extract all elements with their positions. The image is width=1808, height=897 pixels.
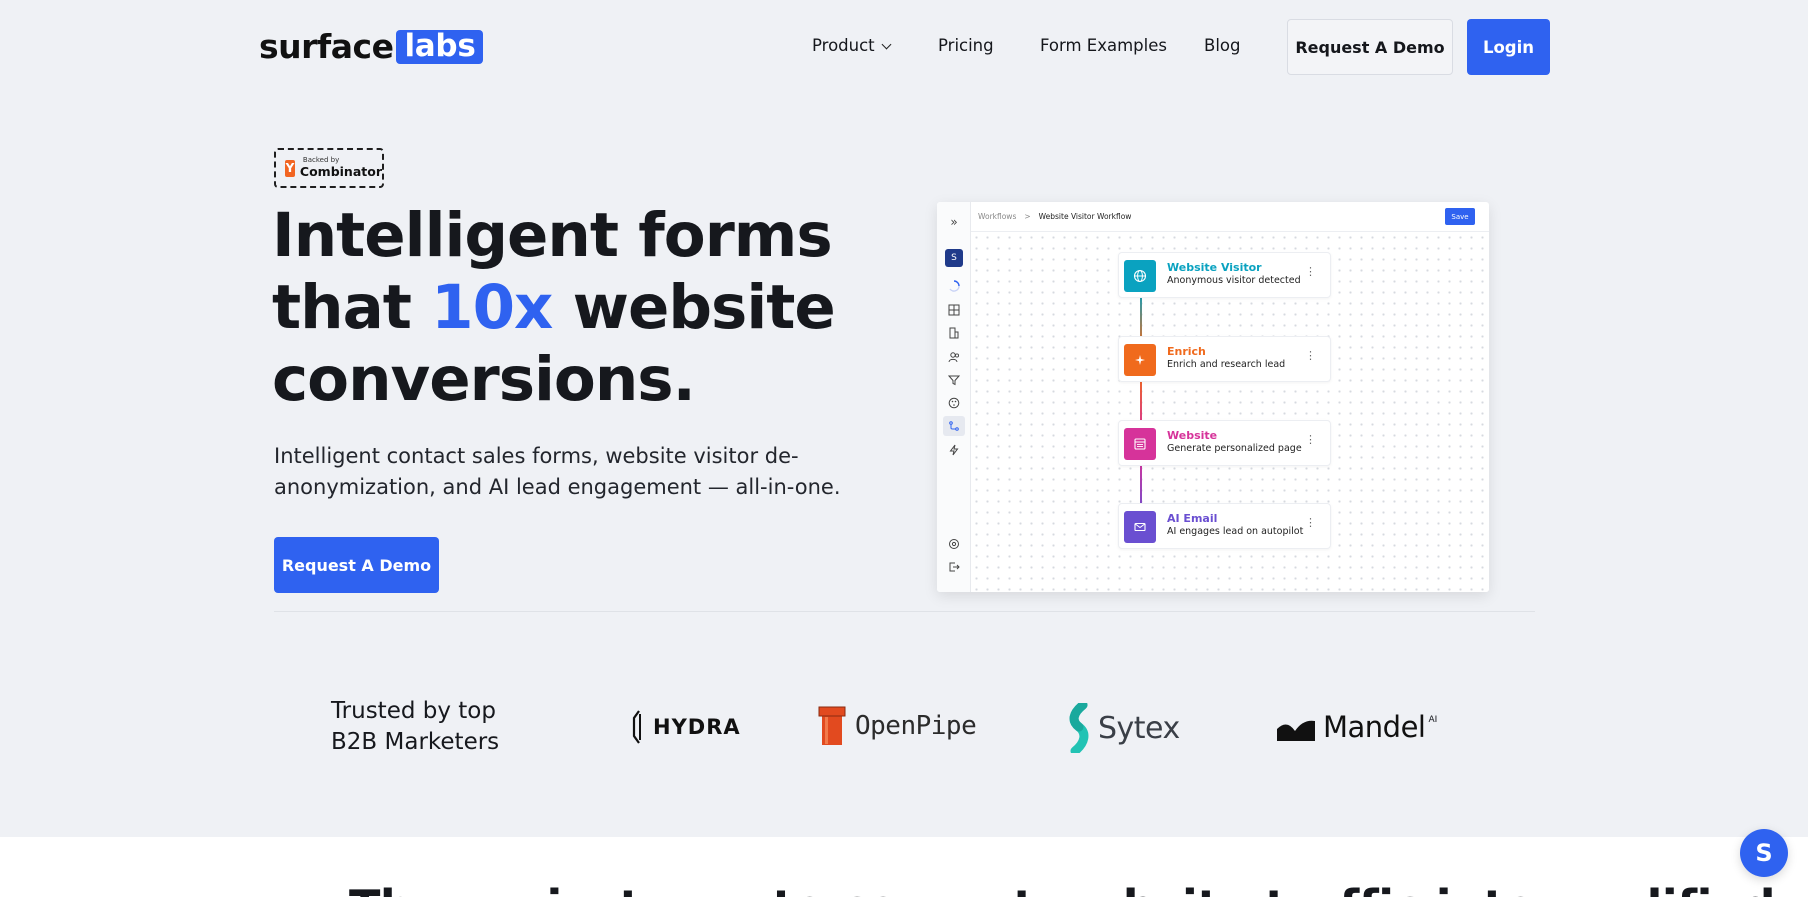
yc-logo-icon: Y (285, 159, 295, 177)
logout-icon (946, 559, 962, 575)
nav-product-label: Product (812, 36, 875, 55)
node-description: AI engages lead on autopilot (1167, 526, 1304, 537)
trusted-line2: B2B Marketers (331, 729, 500, 755)
next-section-heading: The easiest way to convert website traff… (349, 880, 1776, 897)
filter-icon (946, 372, 962, 388)
yc-badge-big-text: Combinator (299, 164, 382, 180)
grid-icon (946, 302, 962, 318)
chevron-down-icon (881, 39, 892, 50)
workflow-node-website[interactable]: Website Generate personalized page ⋮ (1118, 420, 1331, 466)
node-title: Website (1167, 429, 1218, 442)
openpipe-logo-text: OpenPipe (855, 711, 977, 741)
hero-subtitle: Intelligent contact sales forms, website… (274, 444, 841, 499)
users-icon (946, 349, 962, 365)
breadcrumb: Workflows > Website Visitor Workflow (978, 212, 1131, 221)
mandel-logo-text: Mandel (1323, 710, 1426, 744)
request-demo-button-hero[interactable]: Request A Demo (274, 537, 439, 593)
nav-blog-link[interactable]: Blog (1204, 36, 1240, 55)
hero-title-accent: 10x (431, 272, 553, 343)
trusted-heading: Trusted by top B2B Marketers (331, 696, 499, 758)
lightning-icon (946, 442, 962, 458)
hero-title-line3: conversions. (272, 344, 696, 415)
app-topbar: Workflows > Website Visitor Workflow Sav… (971, 202, 1489, 232)
yc-badge: Y Backed by Combinator (274, 148, 384, 188)
more-vertical-icon[interactable]: ⋮ (1305, 266, 1316, 277)
breadcrumb-separator: > (1024, 212, 1031, 221)
workflow-node-enrich[interactable]: Enrich Enrich and research lead ⋮ (1118, 336, 1331, 382)
loading-icon (946, 278, 962, 294)
chat-launcher-button[interactable]: S (1740, 829, 1788, 877)
logo-word-labs: labs (396, 30, 484, 64)
node-title: Website Visitor (1167, 261, 1262, 274)
sytex-logo-text: Sytex (1098, 710, 1180, 746)
section-divider (274, 611, 1535, 612)
app-sidebar: » S (937, 202, 971, 592)
login-button[interactable]: Login (1467, 19, 1550, 75)
layout-icon (1124, 428, 1156, 460)
openpipe-logo: OpenPipe (817, 706, 977, 746)
mandel-logo-sup: AI (1428, 715, 1438, 725)
workflow-node-website-visitor[interactable]: Website Visitor Anonymous visitor detect… (1118, 252, 1331, 298)
hydra-mark-icon (632, 710, 641, 744)
hero-title: Intelligent forms that 10x website conve… (272, 200, 872, 416)
nav-form-examples-link[interactable]: Form Examples (1040, 36, 1167, 55)
palette-icon (946, 395, 962, 411)
mandel-logo: Mandel AI (1277, 711, 1437, 743)
sytex-mark-icon (1069, 703, 1089, 753)
more-vertical-icon[interactable]: ⋮ (1305, 434, 1316, 445)
globe-icon (1124, 260, 1156, 292)
workspace-avatar: S (945, 249, 963, 267)
breadcrumb-current: Website Visitor Workflow (1038, 212, 1132, 221)
node-title: AI Email (1167, 512, 1218, 525)
mandel-mark-icon (1277, 720, 1315, 741)
hero-title-line2-post: website (552, 272, 836, 343)
workflow-icon (943, 416, 965, 436)
node-description: Enrich and research lead (1167, 359, 1286, 370)
building-icon (946, 325, 962, 341)
sytex-logo: Sytex (1065, 703, 1180, 753)
trusted-line1: Trusted by top (331, 698, 496, 724)
breadcrumb-workflows[interactable]: Workflows (978, 212, 1016, 221)
save-button[interactable]: Save (1445, 208, 1475, 225)
hydra-logo: HYDRA (632, 710, 741, 744)
pipe-icon (818, 706, 846, 745)
logo-word-surface: surface (259, 27, 394, 66)
nav-pricing-link[interactable]: Pricing (938, 36, 994, 55)
surface-labs-logo[interactable]: surface labs (259, 27, 484, 66)
node-description: Generate personalized page (1167, 443, 1302, 454)
more-vertical-icon[interactable]: ⋮ (1305, 517, 1316, 528)
hydra-logo-text: HYDRA (653, 715, 741, 739)
nav-product-dropdown[interactable]: Product (812, 36, 892, 55)
node-title: Enrich (1167, 345, 1206, 358)
hero-title-line1: Intelligent forms (272, 200, 833, 271)
settings-icon (946, 536, 962, 552)
workflow-node-ai-email[interactable]: AI Email AI engages lead on autopilot ⋮ (1118, 503, 1331, 549)
top-nav: surface labs Product Pricing Form Exampl… (0, 0, 1808, 94)
node-description: Anonymous visitor detected (1167, 275, 1301, 286)
expand-icon: » (950, 215, 958, 229)
sparkle-icon (1124, 344, 1156, 376)
hero-title-line2-pre: that (272, 272, 432, 343)
request-demo-button-nav[interactable]: Request A Demo (1287, 19, 1453, 75)
mail-icon (1124, 511, 1156, 543)
more-vertical-icon[interactable]: ⋮ (1305, 350, 1316, 361)
yc-badge-small-text: Backed by (302, 156, 340, 165)
